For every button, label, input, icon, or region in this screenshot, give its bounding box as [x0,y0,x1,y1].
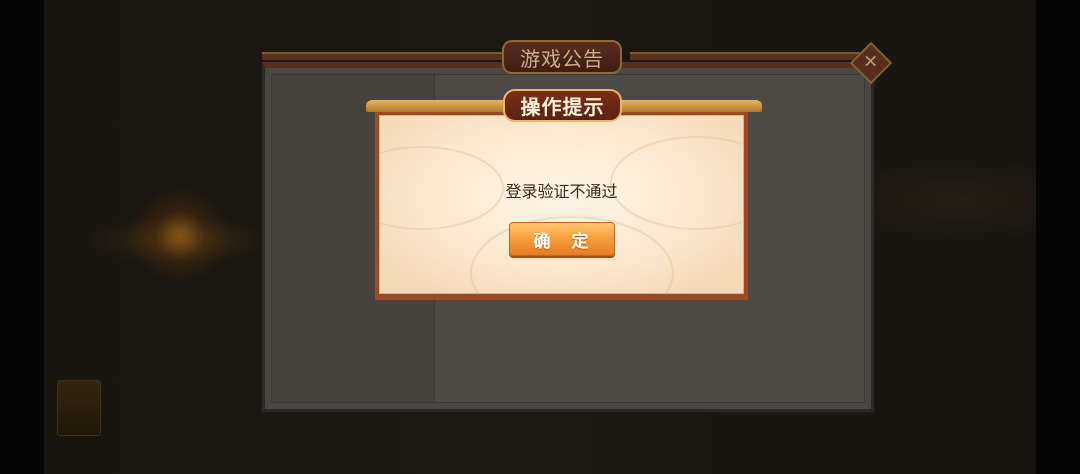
announcement-header-left-trim [262,52,502,62]
background-badge [57,380,101,436]
announcement-title: 游戏公告 [502,40,622,74]
dialog-message: 登录验证不通过 [505,182,618,201]
right-letterbox [1036,0,1080,474]
announcement-header-right-trim [630,52,860,62]
close-icon: ✕ [863,52,879,73]
confirm-button[interactable]: 确 定 [509,222,615,256]
dialog-title: 操作提示 [503,89,622,122]
operation-tip-dialog [375,109,748,300]
dialog-header-right-trim [612,100,762,112]
dialog-header-left-trim [366,100,516,112]
left-letterbox [0,0,44,474]
dialog-body [379,115,744,294]
game-screen: 游戏公告 ✕ 操作提示 登录验证不通过 确 定 [0,0,1080,474]
background-lantern-glow [130,190,230,280]
